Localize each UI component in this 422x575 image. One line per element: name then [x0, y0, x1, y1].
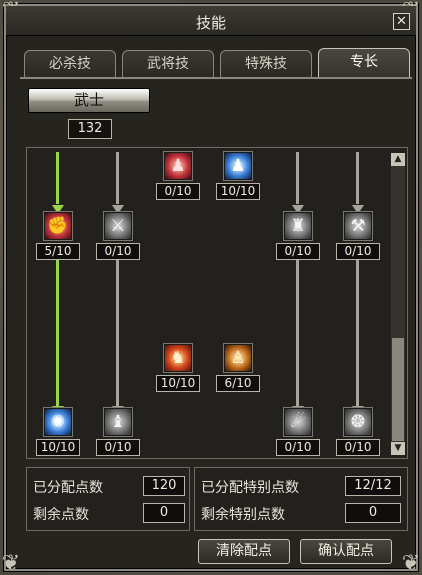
skill-level: 0/10 — [156, 183, 200, 200]
skill-slot[interactable]: ☄ 0/10 — [276, 408, 320, 456]
path-line — [356, 260, 359, 408]
ornament-corner-icon: ❦ — [1, 551, 21, 575]
scroll-thumb[interactable] — [392, 338, 404, 441]
tab-bar: 必杀技 武将技 特殊技 专长 — [24, 48, 412, 78]
skill-slot[interactable]: ❂ 0/10 — [336, 408, 380, 456]
close-icon[interactable]: ✕ — [393, 13, 410, 30]
warrior-red-aura-icon[interactable]: ♟ — [164, 152, 192, 180]
tab-special-skills[interactable]: 特殊技 — [220, 50, 312, 78]
skill-slot[interactable]: ⚒ 0/10 — [336, 212, 380, 260]
class-button[interactable]: 武士 — [28, 88, 150, 113]
skill-slot[interactable]: ✺ 10/10 — [36, 408, 80, 456]
window-title: 技能 — [195, 14, 226, 32]
special-points-panel: 已分配特别点数 12/12 剩余特别点数 0 — [194, 467, 408, 531]
fire-fist-icon[interactable]: ♙ — [224, 344, 252, 372]
skill-level: 10/10 — [156, 375, 200, 392]
tab-divider — [20, 77, 412, 79]
allocated-points-value: 120 — [143, 476, 185, 496]
clear-points-button[interactable]: 清除配点 — [198, 539, 290, 564]
tab-general-skills[interactable]: 武将技 — [122, 50, 214, 78]
skill-level: 6/10 — [216, 375, 260, 392]
red-fist-icon[interactable]: ✊ — [44, 212, 72, 240]
confirm-points-button[interactable]: 确认配点 — [300, 539, 392, 564]
skill-level: 0/10 — [336, 243, 380, 260]
allocated-points-label: 已分配点数 — [33, 480, 103, 496]
special-allocated-label: 已分配特别点数 — [201, 480, 299, 496]
armored-warrior-icon[interactable]: ♜ — [284, 212, 312, 240]
special-allocated-value: 12/12 — [345, 476, 401, 496]
tree-scrollbar[interactable]: ▲ ▼ — [391, 153, 405, 455]
points-panel: 已分配点数 120 剩余点数 0 — [26, 467, 190, 531]
scroll-up-icon[interactable]: ▲ — [391, 153, 405, 166]
blade-strike-icon[interactable]: ⚒ — [344, 212, 372, 240]
tab-specialty[interactable]: 专长 — [318, 48, 410, 78]
skill-level: 0/10 — [276, 243, 320, 260]
skill-level: 5/10 — [36, 243, 80, 260]
skill-slot[interactable]: ♞ 10/10 — [156, 344, 200, 392]
path-line — [56, 260, 59, 408]
blue-vortex-icon[interactable]: ✺ — [44, 408, 72, 436]
skill-slot[interactable]: ⚔ 0/10 — [96, 212, 140, 260]
sword-slash-icon[interactable]: ⚔ — [104, 212, 132, 240]
flame-warrior-icon[interactable]: ♞ — [164, 344, 192, 372]
skill-level: 0/10 — [96, 439, 140, 456]
special-remaining-label: 剩余特别点数 — [201, 507, 285, 523]
armor-stance-icon[interactable]: ♝ — [104, 408, 132, 436]
skill-slot[interactable]: ♙ 6/10 — [216, 344, 260, 392]
scroll-down-icon[interactable]: ▼ — [391, 442, 405, 455]
skill-slot[interactable]: ♟ 10/10 — [216, 152, 260, 200]
warrior-blue-aura-icon[interactable]: ♟ — [224, 152, 252, 180]
skill-level: 0/10 — [276, 439, 320, 456]
remaining-points-value: 0 — [143, 503, 185, 523]
skill-level: 10/10 — [216, 183, 260, 200]
path-line — [56, 152, 59, 204]
skills-window: ❦ ❦ ❦ ❦ 技能 ✕ 必杀技 武将技 特殊技 专长 武士 132 ♟ — [2, 0, 420, 575]
path-line — [116, 152, 119, 204]
path-line — [296, 152, 299, 204]
skill-slot[interactable]: ✊ 5/10 — [36, 212, 80, 260]
skill-level: 0/10 — [336, 439, 380, 456]
ornament-corner-icon: ❦ — [401, 551, 421, 575]
class-points: 132 — [68, 119, 112, 139]
comet-strike-icon[interactable]: ☄ — [284, 408, 312, 436]
skill-slot[interactable]: ♟ 0/10 — [156, 152, 200, 200]
skill-slot[interactable]: ♝ 0/10 — [96, 408, 140, 456]
spiral-shield-icon[interactable]: ❂ — [344, 408, 372, 436]
skill-slot[interactable]: ♜ 0/10 — [276, 212, 320, 260]
title-bar[interactable]: 技能 ✕ — [6, 6, 416, 36]
skill-level: 10/10 — [36, 439, 80, 456]
skill-tree-panel: ♟ 0/10 ♟ 10/10 ✊ 5/10 ⚔ 0/10 ♜ 0/10 ⚒ 0/… — [26, 147, 408, 459]
path-line — [296, 260, 299, 408]
skill-level: 0/10 — [96, 243, 140, 260]
path-line — [116, 260, 119, 408]
special-remaining-value: 0 — [345, 503, 401, 523]
tab-ultimate-skills[interactable]: 必杀技 — [24, 50, 116, 78]
remaining-points-label: 剩余点数 — [33, 507, 89, 523]
path-line — [356, 152, 359, 204]
